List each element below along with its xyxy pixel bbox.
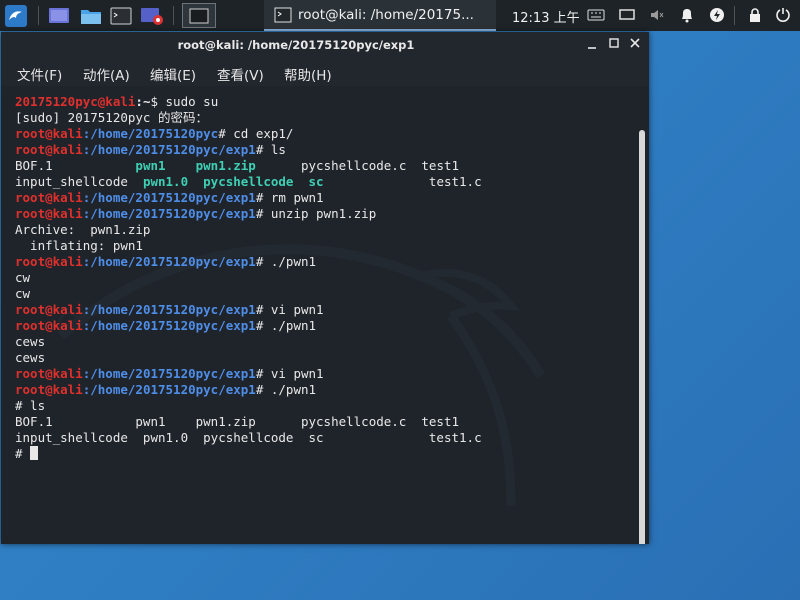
display-icon[interactable] (618, 6, 636, 24)
power-manager-icon[interactable] (708, 6, 726, 24)
keyboard-icon[interactable] (587, 6, 605, 24)
volume-muted-icon[interactable] (648, 6, 666, 24)
logout-icon[interactable] (774, 6, 792, 24)
scrollbar[interactable] (639, 130, 645, 544)
prompt-path: :/home/20175120pyc/exp1 (82, 254, 256, 269)
panel-separator (734, 6, 735, 25)
menu-view[interactable]: 查看(V) (217, 64, 264, 84)
prompt-path: :/home/20175120pyc/exp1 (82, 366, 256, 381)
prompt-user: root@kali (15, 366, 83, 381)
prompt-path: :~ (135, 94, 151, 109)
terminal-launcher-icon[interactable] (108, 3, 134, 28)
ls-output: input_shellcode (15, 174, 143, 189)
prompt-user: root@kali (15, 126, 83, 141)
lock-icon[interactable] (746, 6, 764, 24)
terminal-output-area[interactable]: 20175120pyc@kali:~$ sudo su [sudo] 20175… (1, 86, 649, 544)
terminal-icon (274, 7, 292, 22)
output-line: inflating: pwn1 (15, 238, 143, 253)
command: # ./pwn1 (255, 254, 317, 269)
window-titlebar[interactable]: root@kali: /home/20175120pyc/exp1 (1, 32, 649, 58)
panel-separator (173, 6, 174, 25)
menu-actions[interactable]: 动作(A) (83, 64, 130, 84)
minimize-button[interactable] (585, 37, 599, 51)
taskbar-task-title: root@kali: /home/20175... (298, 6, 474, 23)
terminal-window[interactable]: root@kali: /home/20175120pyc/exp1 文件(F) … (1, 32, 649, 544)
prompt-path: :/home/20175120pyc/exp1 (82, 190, 256, 205)
prompt-path: :/home/20175120pyc/exp1 (82, 206, 256, 221)
ls-output: test1.c (323, 174, 482, 189)
command: # vi pwn1 (255, 366, 324, 381)
window-title: root@kali: /home/20175120pyc/exp1 (177, 38, 415, 52)
command: # ls (255, 142, 286, 157)
output-line: [sudo] 20175120pyc 的密码： (15, 110, 208, 125)
output-line: Archive: pwn1.zip (15, 222, 151, 237)
command: # vi pwn1 (255, 302, 324, 317)
ls-output: BOF.1 (15, 158, 136, 173)
menu-bar: 文件(F) 动作(A) 编辑(E) 查看(V) 帮助(H) (1, 58, 649, 86)
ls-output: pycshellcode.c test1 (255, 158, 460, 173)
prompt-user: root@kali (15, 382, 83, 397)
output-line: cews (15, 334, 46, 349)
workspace-switcher[interactable] (182, 3, 216, 28)
terminal-text: 20175120pyc@kali:~$ sudo su [sudo] 20175… (15, 94, 482, 462)
prompt-path: :/home/20175120pyc/exp1 (82, 318, 256, 333)
output-line: cw (15, 286, 31, 301)
prompt-path: :/home/20175120pyc/exp1 (82, 142, 256, 157)
command: # cd exp1/ (218, 126, 294, 141)
prompt-user: root@kali (15, 206, 83, 221)
command: $ sudo su (150, 94, 219, 109)
command: # ./pwn1 (255, 318, 317, 333)
show-desktop-icon[interactable] (46, 3, 72, 28)
prompt-user: root@kali (15, 190, 83, 205)
prompt-user: 20175120pyc@kali (15, 94, 136, 109)
command: # unzip pwn1.zip (255, 206, 377, 221)
ls-output-exec: pwn1.0 pycshellcode sc (142, 174, 324, 189)
ls-output-exec: pwn1 pwn1.zip (135, 158, 256, 173)
menu-help[interactable]: 帮助(H) (284, 64, 332, 84)
notification-bell-icon[interactable] (678, 6, 696, 24)
shell-prompt: # (15, 446, 31, 461)
menu-edit[interactable]: 编辑(E) (150, 64, 196, 84)
command: # rm pwn1 (255, 190, 324, 205)
panel-separator (38, 6, 39, 25)
top-panel: root@kali: /home/20175... 12:13 上午 (0, 0, 800, 31)
file-manager-icon[interactable] (78, 3, 104, 28)
prompt-user: root@kali (15, 302, 83, 317)
output-line: cews (15, 350, 46, 365)
command: # ./pwn1 (255, 382, 317, 397)
close-button[interactable] (628, 37, 642, 51)
command: # ls (15, 398, 46, 413)
kali-menu-icon[interactable] (2, 3, 30, 28)
ls-output: BOF.1 pwn1 pwn1.zip pycshellcode.c test1 (15, 414, 460, 429)
prompt-user: root@kali (15, 318, 83, 333)
menu-file[interactable]: 文件(F) (17, 64, 62, 84)
prompt-path: :/home/20175120pyc/exp1 (82, 382, 256, 397)
taskbar-terminal-window[interactable]: root@kali: /home/20175... (264, 0, 496, 31)
prompt-path: :/home/20175120pyc (82, 126, 219, 141)
text-cursor (30, 446, 39, 460)
screen-recorder-icon[interactable] (138, 3, 166, 28)
prompt-user: root@kali (15, 142, 83, 157)
ls-output: input_shellcode pwn1.0 pycshellcode sc t… (15, 430, 482, 445)
output-line: cw (15, 270, 31, 285)
prompt-path: :/home/20175120pyc/exp1 (82, 302, 256, 317)
maximize-button[interactable] (607, 37, 621, 51)
prompt-user: root@kali (15, 254, 83, 269)
clock[interactable]: 12:13 上午 (512, 7, 580, 26)
